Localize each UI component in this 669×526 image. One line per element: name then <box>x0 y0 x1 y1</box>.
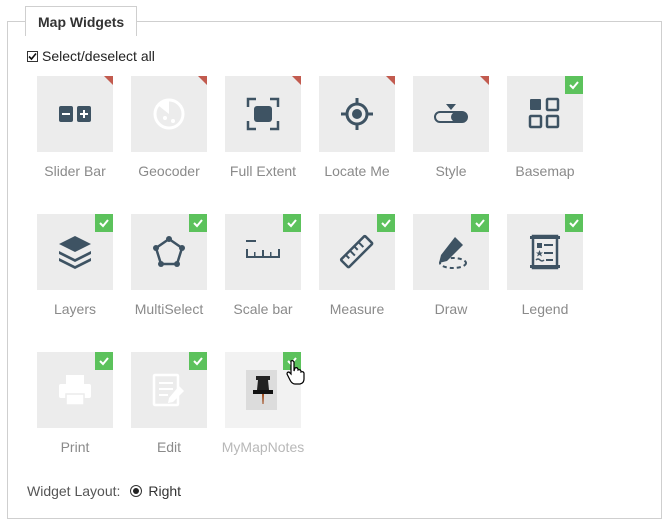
widget-tile[interactable] <box>131 352 207 428</box>
hand-pointer-cursor-icon <box>286 360 305 385</box>
check-icon <box>193 357 203 366</box>
edit-icon <box>152 373 184 407</box>
radio-selected-dot <box>133 488 140 494</box>
checked-badge <box>95 214 113 232</box>
style-icon <box>434 104 468 123</box>
check-icon <box>475 219 485 228</box>
locate-me-icon <box>341 98 373 130</box>
multiselect-icon <box>153 236 185 267</box>
widget-tile[interactable] <box>37 214 113 290</box>
widget-layout-setting: Widget Layout: Right <box>27 483 181 499</box>
widget-label: Legend <box>521 301 569 317</box>
widget-tile[interactable] <box>319 76 395 152</box>
check-icon <box>99 357 109 366</box>
panel-title: Map Widgets <box>25 6 138 36</box>
checkbox-box[interactable] <box>27 50 38 62</box>
measure-icon <box>339 234 374 269</box>
widget-tile[interactable] <box>225 214 301 290</box>
widget-tile[interactable] <box>37 76 113 152</box>
checked-badge <box>189 214 207 232</box>
corner-badge <box>198 76 207 85</box>
legend-icon <box>530 234 560 270</box>
checked-badge <box>565 76 583 94</box>
slider-bar-icon <box>59 106 91 122</box>
geocoder-icon <box>153 98 185 130</box>
print-icon <box>59 375 91 406</box>
corner-badge <box>104 76 113 85</box>
checked-badge <box>283 214 301 232</box>
widget-tile[interactable] <box>413 76 489 152</box>
check-icon <box>28 52 37 60</box>
widget-tile[interactable] <box>507 76 583 152</box>
draw-icon <box>439 237 467 269</box>
scale-bar-icon <box>246 240 280 258</box>
checked-badge <box>95 352 113 370</box>
widget-tile[interactable] <box>319 214 395 290</box>
checked-badge <box>471 214 489 232</box>
check-icon <box>569 219 579 228</box>
select-all-label: Select/deselect all <box>42 48 155 64</box>
corner-badge <box>386 76 395 85</box>
widget-tile[interactable] <box>37 352 113 428</box>
widget-tile[interactable] <box>225 76 301 152</box>
check-icon <box>381 219 391 228</box>
corner-badge <box>480 76 489 85</box>
corner-badge <box>292 76 301 85</box>
full-extent-icon <box>246 97 280 131</box>
layers-icon <box>59 236 91 269</box>
widget-layout-label: Widget Layout: <box>27 483 121 499</box>
widget-tile[interactable] <box>413 214 489 290</box>
select-all-checkbox[interactable]: Select/deselect all <box>27 48 155 64</box>
layout-right-radio[interactable] <box>130 485 143 497</box>
checked-badge <box>189 352 207 370</box>
check-icon <box>287 219 297 228</box>
widget-label: Basemap <box>515 163 575 179</box>
checked-badge <box>377 214 395 232</box>
widget-tile[interactable] <box>131 214 207 290</box>
widget-label: MyMapNotes <box>221 439 305 455</box>
widget-tile[interactable] <box>507 214 583 290</box>
layout-right-label[interactable]: Right <box>148 483 181 499</box>
check-icon <box>99 219 109 228</box>
pushpin-icon <box>253 376 273 404</box>
checked-badge <box>565 214 583 232</box>
widget-tile[interactable] <box>131 76 207 152</box>
check-icon <box>193 219 203 228</box>
check-icon <box>569 81 579 90</box>
basemap-icon <box>528 97 560 129</box>
